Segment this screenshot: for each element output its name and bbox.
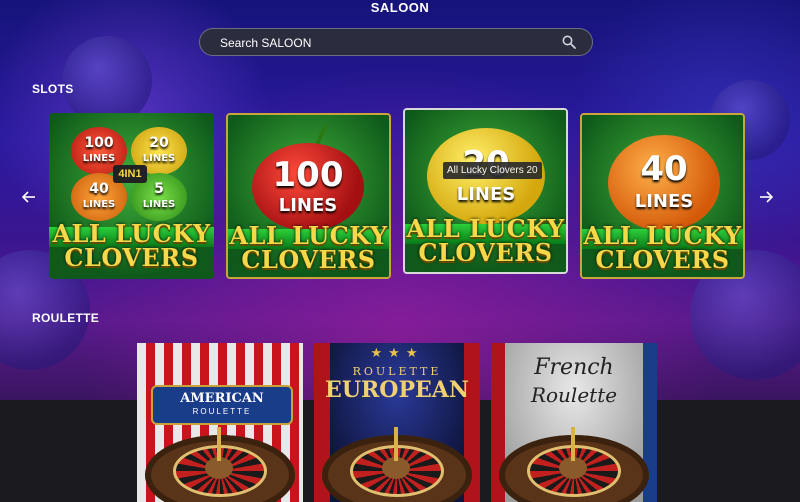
slot-tile[interactable]: 100 LINES ALL LUCKY CLOVERS: [226, 113, 391, 279]
slot-logo-line1: ALL LUCKY: [583, 221, 742, 250]
slot-logo-line1: ALL LUCKY: [406, 214, 565, 243]
slot-logo-line1: ALL LUCKY: [52, 219, 211, 248]
slot-tile-hovered[interactable]: 20 LINES ALL LUCKY CLOVERS: [403, 108, 568, 274]
search-bar[interactable]: [199, 28, 593, 56]
slot-tile[interactable]: 100 LINES 20 LINES 40 LINES 5 LINES 4IN1…: [49, 113, 214, 279]
page-title: SALOON: [370, 0, 430, 15]
slot-logo-line2: CLOVERS: [595, 245, 730, 274]
section-label-slots: SLOTS: [32, 82, 74, 96]
arrow-left-icon[interactable]: [20, 188, 38, 206]
stars-decoration: ★★★: [370, 345, 424, 360]
cherry-fruit: 100 LINES: [252, 143, 364, 231]
roulette-title-line1: French: [534, 355, 614, 380]
roulette-tile[interactable]: AMERICAN ROULETTE: [137, 343, 303, 502]
arrow-right-icon[interactable]: [757, 188, 775, 206]
roulette-tile[interactable]: ★★★ ROULETTE EUROPEAN: [314, 343, 480, 502]
search-icon[interactable]: [562, 35, 576, 49]
roulette-title-line2: EUROPEAN: [325, 377, 469, 403]
roulette-banner: AMERICAN ROULETTE: [151, 385, 293, 425]
slot-logo-line1: ALL LUCKY: [229, 221, 388, 250]
slot-logo-line2: CLOVERS: [241, 245, 376, 274]
slot-tile[interactable]: 40 LINES ALL LUCKY CLOVERS: [580, 113, 745, 279]
search-input[interactable]: [218, 33, 552, 53]
orange-fruit: 40 LINES: [608, 135, 720, 231]
roulette-title-line2: Roulette: [530, 383, 618, 407]
center-badge: 4IN1: [113, 165, 147, 183]
section-label-roulette: ROULETTE: [32, 311, 100, 325]
roulette-tile[interactable]: French Roulette: [491, 343, 657, 502]
slot-logo-line2: CLOVERS: [64, 243, 199, 272]
slot-logo-line2: CLOVERS: [418, 238, 553, 267]
tooltip: All Lucky Clovers 20: [443, 162, 542, 179]
